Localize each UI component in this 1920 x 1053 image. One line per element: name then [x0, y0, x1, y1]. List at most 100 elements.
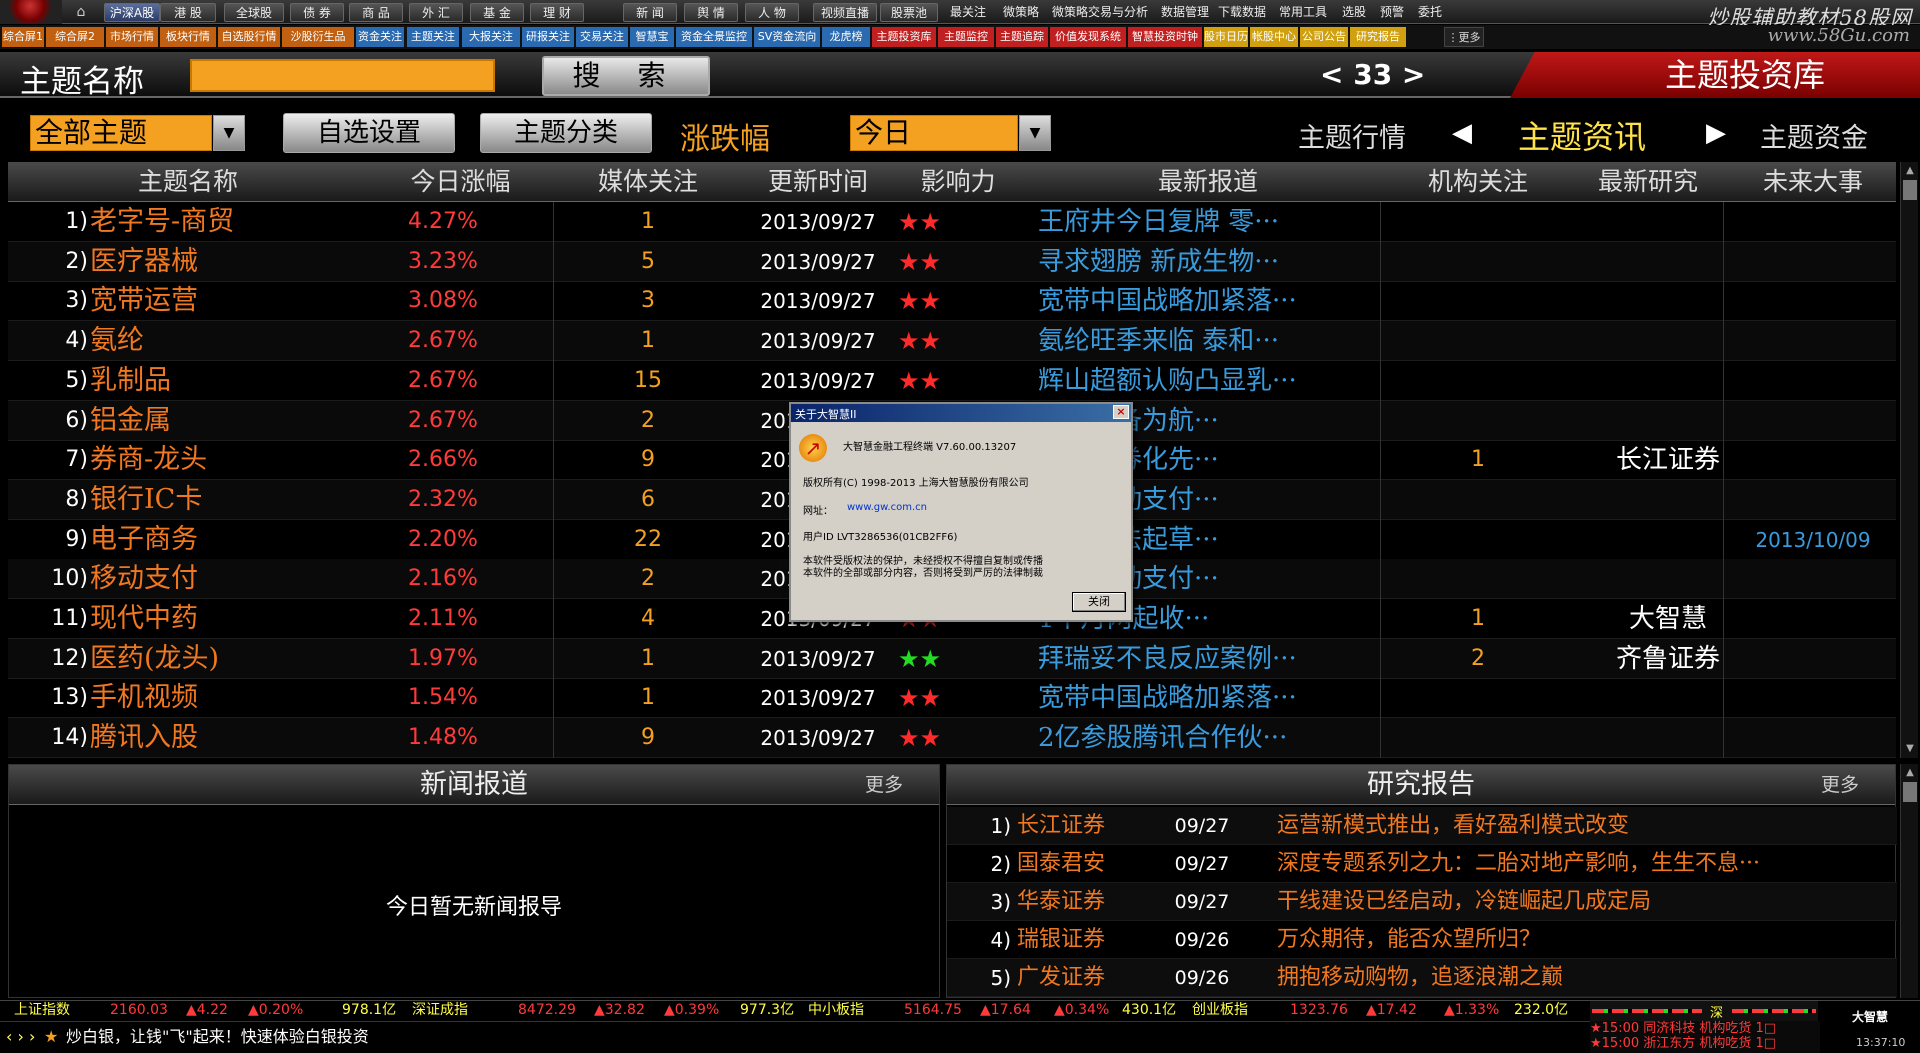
theme-name-link[interactable]: 手机视频	[90, 678, 390, 718]
menu-item[interactable]: 委托	[1418, 3, 1442, 22]
research-row[interactable]: 2) 国泰君安 09/27 深度专题系列之九：二胎对地产影响，生生不息···	[947, 845, 1897, 883]
menu-tab[interactable]: 全球股	[224, 3, 284, 22]
future-event-link[interactable]	[1728, 202, 1898, 242]
submenu-item[interactable]: SV资金流向	[754, 27, 820, 47]
table-row[interactable]: 2) 医疗器械 3.23% 5 2013/09/27 ★★ 寻求翅膀 新成生物···	[8, 241, 1896, 282]
table-row[interactable]: 4) 氨纶 2.67% 1 2013/09/27 ★★ 氨纶旺季来临 泰和···	[8, 321, 1896, 362]
theme-select[interactable]: 全部主题 ▼	[30, 115, 245, 151]
submenu-item[interactable]: 龙虎榜	[822, 27, 870, 47]
menu-tab[interactable]: 商 品	[349, 3, 403, 22]
scroll-down-icon[interactable]: ▼	[1901, 740, 1919, 758]
scroll-up-icon[interactable]: ▲	[1901, 764, 1919, 782]
menu-item[interactable]: 选股	[1342, 3, 1366, 22]
submenu-item[interactable]: 综合屏1	[2, 27, 44, 47]
ticker-item[interactable]: 232.0亿	[1514, 1001, 1568, 1020]
menu-tab[interactable]: 舆 情	[684, 3, 738, 22]
submenu-item[interactable]: 大报关注	[462, 27, 520, 47]
menu-tab[interactable]: 港 股	[160, 3, 216, 22]
page-navigator[interactable]: < 33 >	[1320, 58, 1425, 91]
triangle-left-icon[interactable]: ◀	[1452, 118, 1472, 148]
submenu-item[interactable]: 研究报告	[1350, 27, 1406, 47]
submenu-item[interactable]: 价值发现系统	[1050, 27, 1126, 47]
submenu-item[interactable]: 主题投资库	[872, 27, 936, 47]
column-header[interactable]: 最新研究	[1568, 162, 1728, 202]
media-count[interactable]: 2	[553, 559, 743, 599]
table-row[interactable]: 5) 乳制品 2.67% 15 2013/09/27 ★★ 辉山超额认购凸显乳···	[8, 361, 1896, 401]
news-more-link[interactable]: 更多	[865, 765, 903, 805]
menu-tab[interactable]: 人 物	[745, 3, 799, 22]
future-event-link[interactable]	[1728, 639, 1898, 679]
theme-name-link[interactable]: 乳制品	[90, 361, 390, 401]
close-icon[interactable]: ×	[1113, 405, 1129, 419]
ticker-item[interactable]: ▲4.22	[186, 1001, 228, 1020]
nav-theme-market[interactable]: 主题行情	[1298, 116, 1406, 155]
ticker-item[interactable]: ▲17.42	[1366, 1001, 1417, 1020]
menu-item[interactable]: 最关注	[950, 3, 986, 22]
menu-item[interactable]: 微策略	[1003, 3, 1039, 22]
table-row[interactable]: 12) 医药(龙头) 1.97% 1 2013/09/27 ★★ 拜瑞妥不良反应案例··· 2…	[8, 638, 1898, 679]
brand-logo[interactable]: 大智慧	[1820, 1002, 1920, 1032]
column-header[interactable]: 最新报道	[1038, 162, 1378, 202]
submenu-item[interactable]: 智慧投资时钟	[1128, 27, 1202, 47]
research-row[interactable]: 1) 长江证券 09/27 运营新模式推出，看好盈利模式改变	[947, 807, 1897, 845]
research-org[interactable]: 国泰君安	[1017, 845, 1167, 883]
submenu-item[interactable]: 资金关注	[356, 27, 404, 47]
future-event-link[interactable]: 2013/10/09	[1728, 520, 1898, 560]
submenu-item[interactable]: 主题监控	[938, 27, 994, 47]
latest-news-link[interactable]: 宽带中国战略加紧落···	[1038, 281, 1378, 321]
nav-theme-funds[interactable]: 主题资金	[1760, 116, 1868, 155]
future-event-link[interactable]	[1728, 559, 1898, 599]
ticker-item[interactable]: 上证指数	[14, 1001, 70, 1020]
dialog-close-button[interactable]: 关闭	[1072, 592, 1126, 612]
ticker-item[interactable]: 2160.03	[110, 1001, 168, 1020]
theme-search-input[interactable]	[190, 59, 495, 92]
institution-count[interactable]	[1388, 361, 1568, 401]
submenu-item[interactable]: 帐股中心	[1250, 27, 1298, 47]
theme-name-link[interactable]: 现代中药	[90, 599, 390, 639]
theme-category-button[interactable]: 主题分类	[480, 113, 652, 153]
institution-count[interactable]	[1388, 480, 1568, 520]
theme-name-link[interactable]: 铝金属	[90, 401, 390, 441]
nav-theme-news[interactable]: 主题资讯	[1518, 112, 1646, 158]
custom-settings-button[interactable]: 自选设置	[283, 113, 455, 153]
menu-item[interactable]: 数据管理	[1161, 3, 1209, 22]
menu-item[interactable]: 微策略交易与分析	[1052, 3, 1148, 22]
submenu-item[interactable]: 市场行情	[106, 27, 158, 47]
institution-count[interactable]	[1388, 678, 1568, 718]
theme-name-link[interactable]: 移动支付	[90, 559, 390, 599]
research-org[interactable]: 华泰证券	[1017, 883, 1167, 921]
future-event-link[interactable]	[1728, 718, 1898, 758]
menu-item[interactable]: 下载数据	[1218, 3, 1266, 22]
ticker-item[interactable]: 中小板指	[808, 1001, 864, 1020]
submenu-item[interactable]: 股市日历	[1204, 27, 1248, 47]
latest-news-link[interactable]: 宽带中国战略加紧落···	[1038, 678, 1378, 718]
chevron-down-icon[interactable]: ▼	[213, 115, 245, 151]
media-count[interactable]: 5	[553, 242, 743, 282]
ticker-item[interactable]: 1323.76	[1290, 1001, 1348, 1020]
future-event-link[interactable]	[1728, 401, 1898, 441]
theme-name-link[interactable]: 银行IC卡	[90, 480, 390, 520]
future-event-link[interactable]	[1728, 281, 1898, 321]
latest-news-link[interactable]: 氨纶旺季来临 泰和···	[1038, 321, 1378, 361]
research-title-link[interactable]: 深度专题系列之九：二胎对地产影响，生生不息···	[1277, 845, 1887, 883]
submenu-item[interactable]: 主题关注	[407, 27, 459, 47]
column-header[interactable]: 更新时间	[743, 162, 893, 202]
future-event-link[interactable]	[1728, 599, 1898, 639]
theme-name-link[interactable]: 电子商务	[90, 520, 390, 560]
scroll-up-icon[interactable]: ▲	[1901, 162, 1919, 180]
ticker-item[interactable]: ▲0.39%	[664, 1001, 719, 1020]
institution-count[interactable]	[1388, 559, 1568, 599]
column-header[interactable]: 未来大事	[1728, 162, 1898, 202]
research-title-link[interactable]: 万众期待，能否众望所归？	[1277, 921, 1887, 959]
menu-item[interactable]: 预警	[1380, 3, 1404, 22]
research-org[interactable]: 广发证券	[1017, 959, 1167, 997]
research-title-link[interactable]: 干线建设已经启动，冷链崛起几成定局	[1277, 883, 1887, 921]
media-count[interactable]: 1	[553, 321, 743, 361]
research-row[interactable]: 5) 广发证券 09/26 拥抱移动购物，追逐浪潮之巅	[947, 959, 1897, 997]
future-event-link[interactable]	[1728, 361, 1898, 401]
research-row[interactable]: 3) 华泰证券 09/27 干线建设已经启动，冷链崛起几成定局	[947, 883, 1897, 921]
column-header[interactable]: 影响力	[893, 162, 1023, 202]
ticker-item[interactable]: 977.3亿	[740, 1001, 794, 1020]
more-menu-button[interactable]: ⋮更多	[1444, 27, 1484, 47]
submenu-item[interactable]: 综合屏2	[46, 27, 104, 47]
